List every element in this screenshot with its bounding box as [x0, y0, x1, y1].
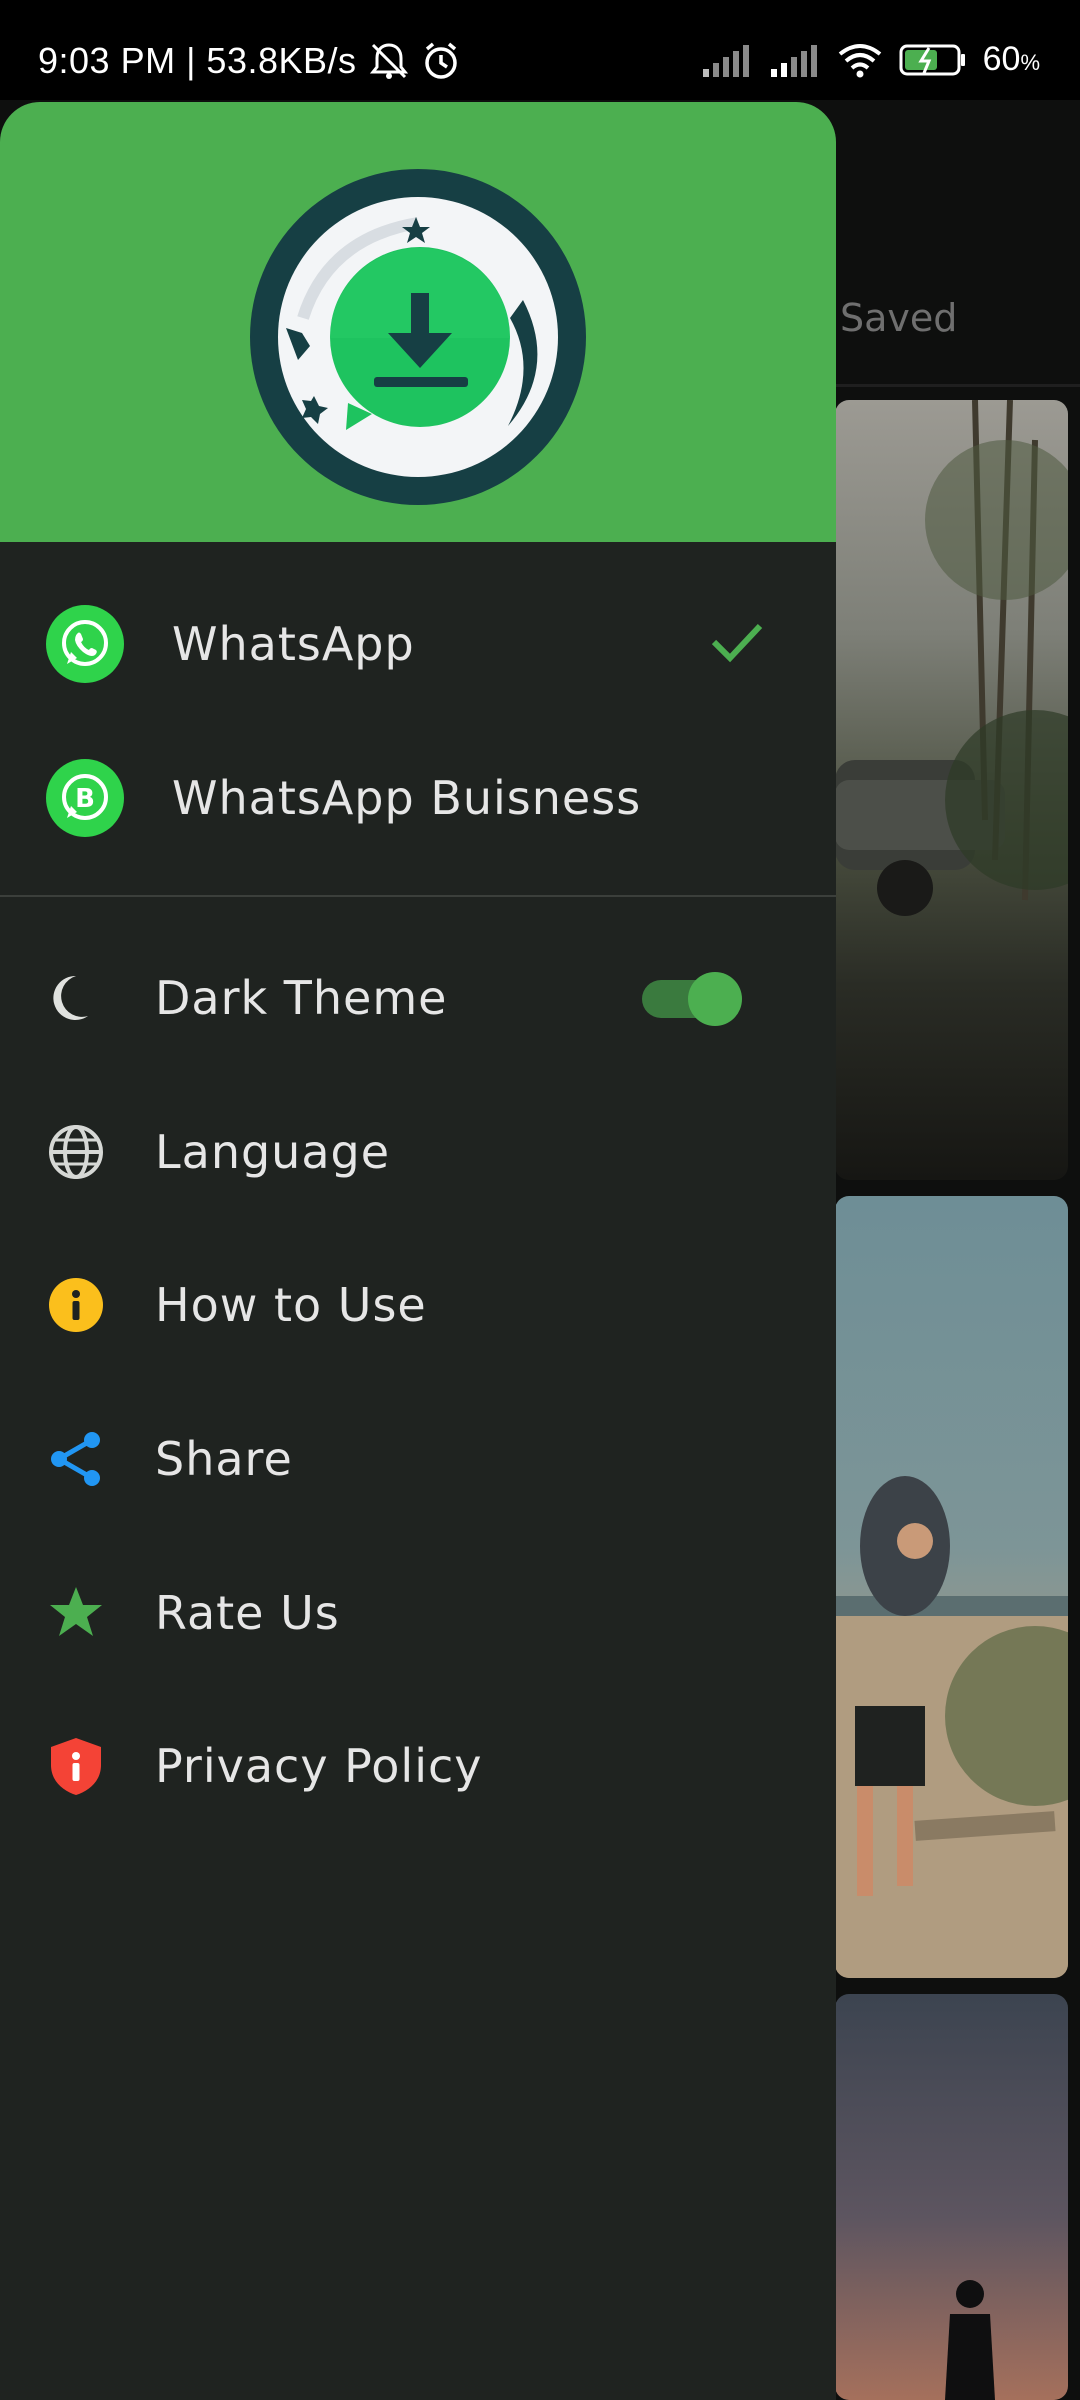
drawer-divider	[0, 895, 836, 897]
tab-saved[interactable]: Saved	[840, 296, 957, 340]
dark-theme-toggle[interactable]	[642, 972, 742, 1026]
signal-icon	[701, 43, 753, 77]
status-time-speed: 9:03 PM | 53.8KB/s	[38, 40, 357, 81]
menu-item-privacy-policy[interactable]: Privacy Policy	[0, 1706, 836, 1826]
menu-item-language[interactable]: Language	[0, 1092, 836, 1212]
menu-item-label: Share	[155, 1432, 293, 1486]
toggle-thumb	[688, 972, 742, 1026]
drawer-header	[0, 102, 836, 542]
alarm-icon	[421, 41, 461, 81]
moon-icon	[46, 968, 106, 1028]
battery-icon	[899, 43, 967, 77]
menu-item-label: Dark Theme	[155, 971, 448, 1025]
app-option-whatsapp[interactable]: WhatsApp	[0, 584, 836, 704]
menu-item-share[interactable]: Share	[0, 1399, 836, 1519]
mute-icon	[367, 41, 411, 81]
svg-text:B: B	[75, 784, 95, 814]
status-thumbnail[interactable]	[835, 1994, 1068, 2400]
check-icon	[710, 620, 764, 669]
status-bar: 9:03 PM | 53.8KB/s 60%	[0, 0, 1080, 100]
shield-icon	[46, 1736, 106, 1796]
signal-icon-2	[769, 43, 821, 77]
battery-level: 60%	[982, 40, 1040, 78]
tab-divider	[835, 384, 1080, 387]
whatsapp-business-icon: B	[46, 759, 124, 837]
status-right: 60%	[701, 40, 1040, 79]
info-icon	[46, 1275, 106, 1335]
whatsapp-icon	[46, 605, 124, 683]
menu-item-label: Privacy Policy	[155, 1739, 483, 1793]
menu-item-label: How to Use	[155, 1278, 427, 1332]
navigation-drawer: WhatsApp B WhatsApp Buisness Dark Theme …	[0, 102, 836, 2400]
menu-item-dark-theme[interactable]: Dark Theme	[0, 938, 836, 1058]
status-left: 9:03 PM | 53.8KB/s	[38, 40, 461, 82]
status-thumbnail[interactable]	[835, 1196, 1068, 1978]
app-logo	[248, 168, 588, 506]
status-thumbnail[interactable]	[835, 400, 1068, 1180]
menu-item-how-to-use[interactable]: How to Use	[0, 1245, 836, 1365]
app-option-label: WhatsApp	[172, 617, 415, 671]
star-icon	[46, 1583, 106, 1643]
app-option-whatsapp-business[interactable]: B WhatsApp Buisness	[0, 738, 836, 858]
menu-item-label: Rate Us	[155, 1586, 340, 1640]
app-option-label: WhatsApp Buisness	[172, 771, 642, 825]
share-icon	[46, 1429, 106, 1489]
globe-icon	[46, 1122, 106, 1182]
menu-item-label: Language	[155, 1125, 391, 1179]
menu-item-rate-us[interactable]: Rate Us	[0, 1553, 836, 1673]
wifi-icon	[837, 42, 883, 78]
